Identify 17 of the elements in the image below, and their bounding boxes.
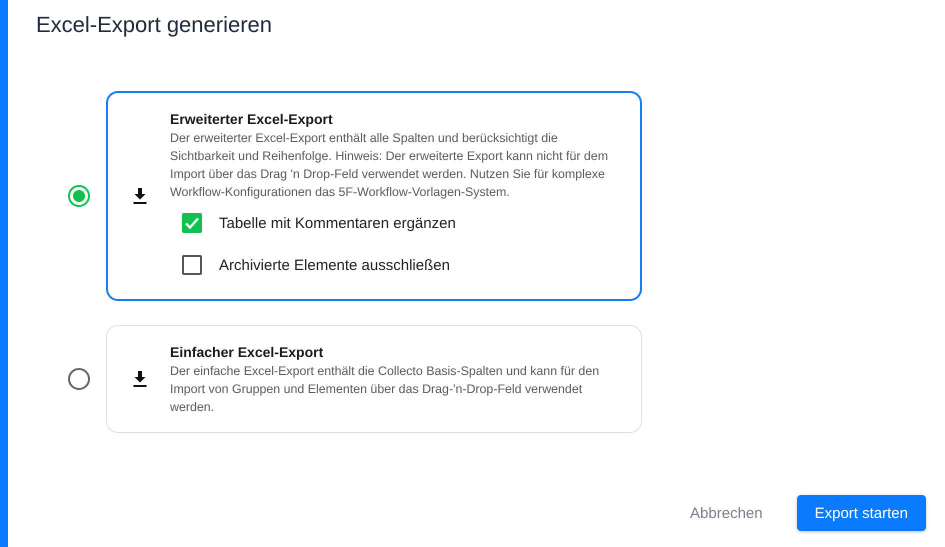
radio-button[interactable] <box>68 368 90 390</box>
export-button[interactable]: Export starten <box>796 495 926 531</box>
option-card[interactable] <box>106 91 642 301</box>
option-title: Einfacher Excel-Export <box>170 343 324 362</box>
checkbox[interactable] <box>182 213 202 233</box>
option-title: Erweiterter Excel-Export <box>170 110 334 129</box>
radio-button[interactable] <box>68 185 90 207</box>
download-icon <box>132 370 148 388</box>
dialog-title: Excel-Export generieren <box>36 11 274 39</box>
option-description: Der einfache Excel-Export enthält die Collecto Basis-Spalten und kann für den Import von Gruppen und Elementen über das Drag-'n-Drop-Feld verwendet werden. <box>170 363 600 416</box>
checkbox-label: Tabelle mit Kommentaren ergänzen <box>219 214 456 232</box>
checkbox[interactable] <box>182 255 202 275</box>
option-description: Der erweiterter Excel-Export enthält alle Spalten und berücksichtigt die Sichtbarkeit und Reihenfolge. Hinweis: Der erweiterte Export kann nicht für dem Import über das Drag 'n Drop-Feld verwendet werden. Nutzen Sie für komplexe Workflow-Konfigurationen das 5F-Workflow-Vorlagen-System. <box>170 130 610 201</box>
option-card[interactable]: Einfacher Excel-Export Der einfache Excel-Export enthält die Collecto Basis-Spalten und kann für den Import von Gruppen und Elementen über das Drag-'n-Drop-Feld verwendet werden. <box>106 325 642 433</box>
checkbox-label: Archivierte Elemente ausschließen <box>219 256 450 274</box>
download-icon <box>132 187 148 205</box>
cancel-button[interactable]: Abbrechen <box>674 495 779 531</box>
